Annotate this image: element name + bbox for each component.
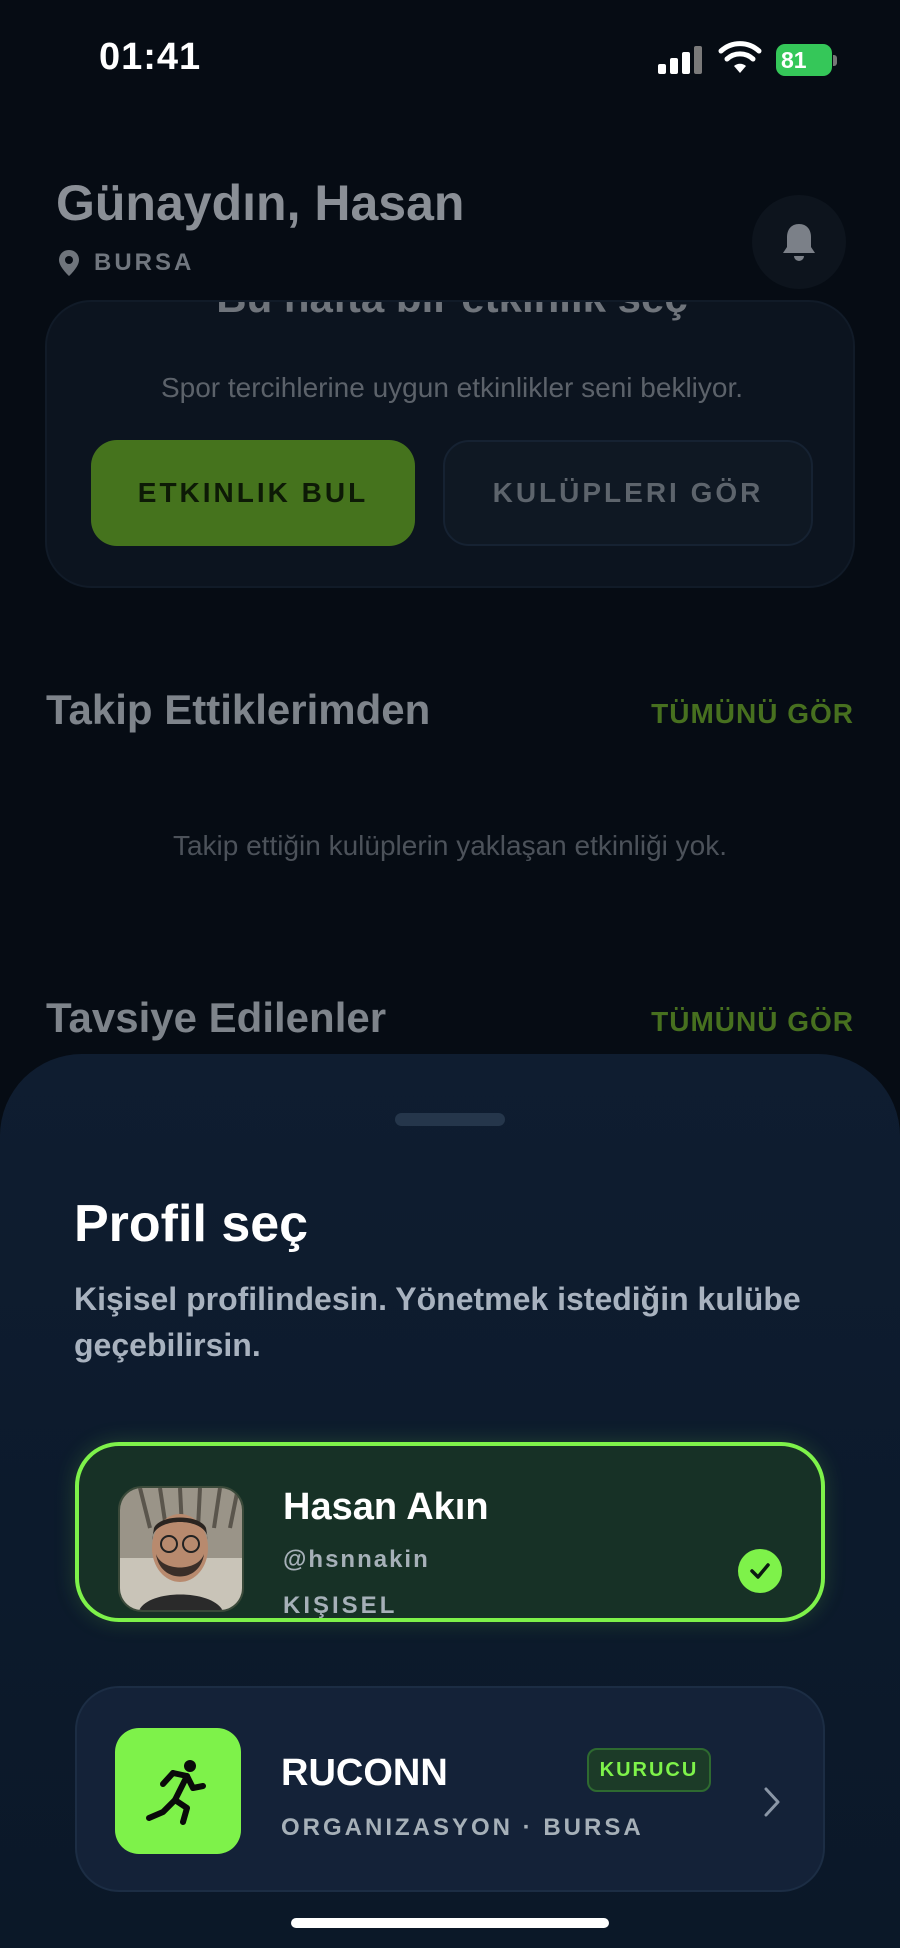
recommended-section-title: Tavsiye Edilenler [46,994,387,1041]
see-clubs-button[interactable]: KULÜPLERI GÖR [443,440,813,546]
signal-icon [658,46,704,74]
notifications-button[interactable] [752,195,846,289]
profile-handle: @hsnnakin [283,1546,430,1573]
status-bar: 01:41 81 [0,0,900,120]
role-badge: KURUCU [587,1748,711,1792]
profile-picker-sheet: Profil seç Kişisel profilindesin. Yönetm… [0,1054,900,1948]
chevron-right-icon [764,1787,780,1817]
location-label: BURSA [94,249,195,276]
following-empty-text: Takip ettiğin kulüplerin yaklaşan etkinl… [172,830,728,861]
battery-icon: 81 [776,44,838,76]
wifi-icon [718,41,762,73]
bell-icon [783,224,815,261]
avatar [118,1486,244,1612]
status-time: 01:41 [99,36,202,78]
sheet-title: Profil seç [74,1195,309,1253]
club-subtitle: ORGANIZASYON · BURSA [281,1814,644,1841]
location-pin-icon [59,250,79,276]
weekly-challenge-card: Bu hafta bir etkinlik seç Spor tercihler… [45,300,855,588]
home-indicator[interactable] [291,1918,609,1928]
following-section-title: Takip Ettiklerimden [46,686,431,733]
challenge-subtitle: Spor tercihlerine uygun etkinlikler seni… [160,372,744,403]
greeting-title: Günaydın, Hasan [56,175,465,231]
find-event-button[interactable]: ETKINLIK BUL [91,440,415,546]
following-see-all-link[interactable]: TÜMÜNÜ GÖR [651,698,854,730]
profile-type: KIŞISEL [283,1592,398,1619]
sheet-description: Kişisel profilindesin. Yönetmek istediği… [74,1281,801,1363]
club-profile-card[interactable]: RUCONN ORGANIZASYON · BURSA KURUCU [75,1686,825,1892]
club-name: RUCONN [281,1752,448,1794]
check-icon [738,1549,782,1593]
screen: 01:41 81 Günaydın, Hasan BURSA Spor terc… [0,0,900,1948]
club-logo [115,1728,241,1854]
challenge-title: Bu hafta bir etkinlik seç [47,302,853,322]
battery-level: 81 [776,44,832,76]
runner-icon [146,1760,206,1825]
sheet-handle[interactable] [395,1113,505,1126]
profile-name: Hasan Akın [283,1486,489,1528]
personal-profile-card[interactable]: Hasan Akın @hsnnakin KIŞISEL [75,1442,825,1622]
recommended-see-all-link[interactable]: TÜMÜNÜ GÖR [651,1006,854,1038]
location: BURSA [58,248,194,278]
